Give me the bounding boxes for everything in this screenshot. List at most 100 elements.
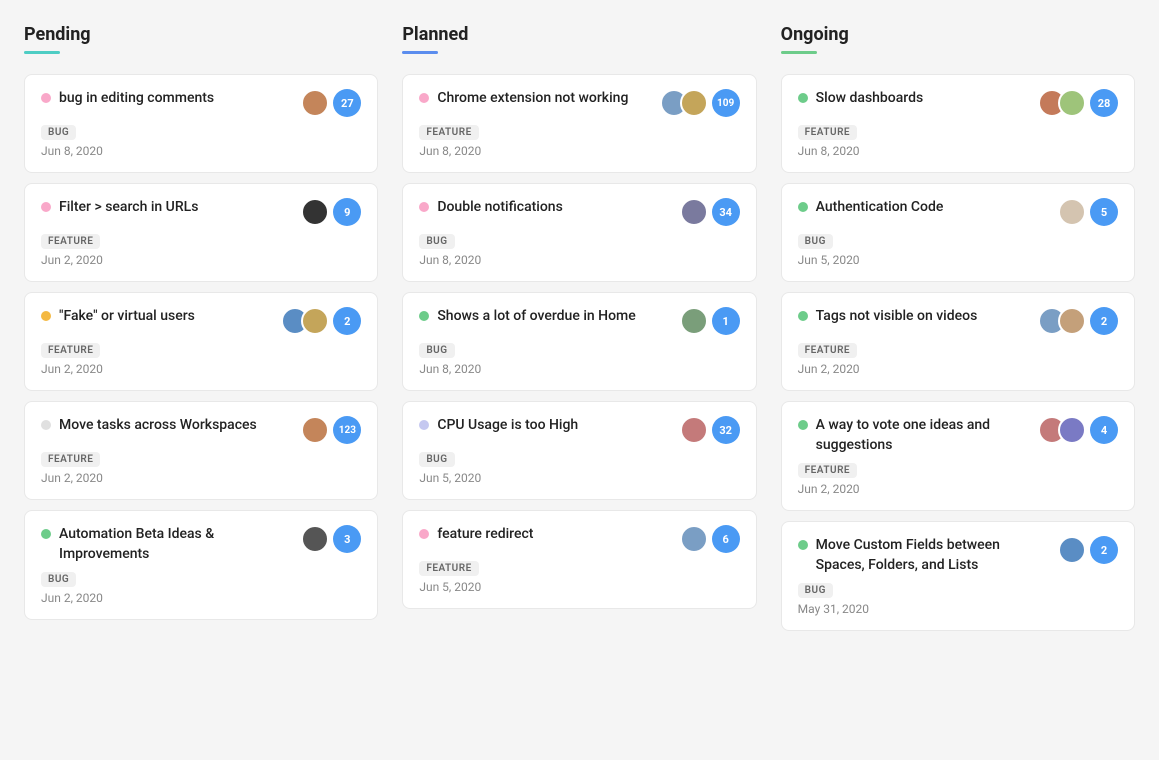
card-title: Shows a lot of overdue in Home [437,307,635,327]
status-dot [798,420,808,430]
card-date: Jun 8, 2020 [798,144,1118,158]
card[interactable]: Tags not visible on videos2FEATUREJun 2,… [781,292,1135,391]
status-dot [41,311,51,321]
avatar-group [680,307,708,335]
card[interactable]: Slow dashboards 28 FEATURE Jun 8, 2020 [781,74,1135,173]
column-pending: Pendingbug in editing comments27BUGJun 8… [24,24,378,641]
column-underline-pending [24,51,60,54]
card[interactable]: Filter > search in URLs9 FEATURE Jun 2, 20… [24,183,378,282]
card[interactable]: Double notifications34BUGJun 8, 2020 [402,183,756,282]
status-dot [41,420,51,430]
card-right: 6 [680,525,740,553]
card-header: "Fake" or virtual users2 [41,307,361,335]
card-meta: BUG [798,583,1118,598]
card[interactable]: "Fake" or virtual users2FEATUREJun 2, 20… [24,292,378,391]
card-right: 28 [1038,89,1118,117]
card-header: Move tasks across Workspaces123 [41,416,361,444]
avatar-group [680,198,708,226]
card[interactable]: Move Custom Fields between Spaces, Folde… [781,521,1135,631]
card-title-row: Automation Beta Ideas & Improvements [41,525,293,564]
card[interactable]: Automation Beta Ideas & Improvements 3 BUG… [24,510,378,620]
avatar [301,416,329,444]
vote-count: 9 [333,198,361,226]
avatar [680,525,708,553]
avatar-group [680,416,708,444]
type-badge: FEATURE [798,463,857,478]
card-header: Double notifications34 [419,198,739,226]
card-title: CPU Usage is too High [437,416,578,436]
card[interactable]: Move tasks across Workspaces123FEATUREJu… [24,401,378,500]
card-header: Move Custom Fields between Spaces, Folde… [798,536,1118,575]
type-badge: FEATURE [41,343,100,358]
card-title: Double notifications [437,198,562,218]
card-title-row: bug in editing comments [41,89,293,109]
card-meta: BUG [41,125,361,140]
card-meta: FEATURE [798,125,1118,140]
card-title: "Fake" or virtual users [59,307,195,327]
card-right: 9 [301,198,361,226]
card-header: Chrome extension not working109 [419,89,739,117]
card-header: Automation Beta Ideas & Improvements 3 [41,525,361,564]
avatar [1058,198,1086,226]
card-date: Jun 5, 2020 [419,580,739,594]
status-dot [419,93,429,103]
avatar-group [281,307,329,335]
type-badge: FEATURE [41,452,100,467]
card-title-row: CPU Usage is too High [419,416,671,436]
type-badge: BUG [419,452,454,467]
card-meta: BUG [419,343,739,358]
card-title: Move tasks across Workspaces [59,416,257,436]
card-date: Jun 5, 2020 [798,253,1118,267]
column-title-planned: Planned [402,24,756,45]
status-dot [41,202,51,212]
card-title-row: feature redirect [419,525,671,545]
card-meta: BUG [419,452,739,467]
avatar [680,307,708,335]
card-right: 3 [301,525,361,553]
card-meta: BUG [41,572,361,587]
avatar [301,525,329,553]
vote-count: 4 [1090,416,1118,444]
card-title-row: "Fake" or virtual users [41,307,273,327]
card-title-row: A way to vote one ideas and suggestions [798,416,1030,455]
type-badge: FEATURE [419,125,478,140]
card[interactable]: CPU Usage is too High32BUGJun 5, 2020 [402,401,756,500]
card-header: Authentication Code5 [798,198,1118,226]
card[interactable]: bug in editing comments27BUGJun 8, 2020 [24,74,378,173]
type-badge: BUG [41,572,76,587]
kanban-board: Pendingbug in editing comments27BUGJun 8… [24,24,1135,641]
card-header: Filter > search in URLs9 [41,198,361,226]
avatar [1058,536,1086,564]
card-right: 1 [680,307,740,335]
card[interactable]: Shows a lot of overdue in Home1BUGJun 8,… [402,292,756,391]
vote-count: 109 [712,89,740,117]
card-title: A way to vote one ideas and suggestions [816,416,1030,455]
avatar [301,89,329,117]
card-header: bug in editing comments27 [41,89,361,117]
vote-count: 2 [1090,536,1118,564]
card-meta: FEATURE [41,234,361,249]
type-badge: BUG [798,234,833,249]
avatar [1058,416,1086,444]
card-date: Jun 2, 2020 [798,362,1118,376]
type-badge: BUG [419,234,454,249]
card[interactable]: Chrome extension not working109 FEATURE Ju… [402,74,756,173]
avatar-group [301,416,329,444]
card[interactable]: A way to vote one ideas and suggestions 4… [781,401,1135,511]
status-dot [41,529,51,539]
card-title-row: Shows a lot of overdue in Home [419,307,671,327]
avatar [1058,89,1086,117]
type-badge: FEATURE [41,234,100,249]
card-date: Jun 2, 2020 [41,253,361,267]
card-right: 2 [1058,536,1118,564]
column-header-ongoing: Ongoing [781,24,1135,54]
card[interactable]: Authentication Code5 BUG Jun 5, 2020 [781,183,1135,282]
card-date: Jun 8, 2020 [419,144,739,158]
status-dot [798,202,808,212]
type-badge: BUG [798,583,833,598]
vote-count: 2 [1090,307,1118,335]
card-title-row: Move tasks across Workspaces [41,416,293,436]
card[interactable]: feature redirect6FEATUREJun 5, 2020 [402,510,756,609]
card-right: 5 [1058,198,1118,226]
card-title: Slow dashboards [816,89,924,109]
